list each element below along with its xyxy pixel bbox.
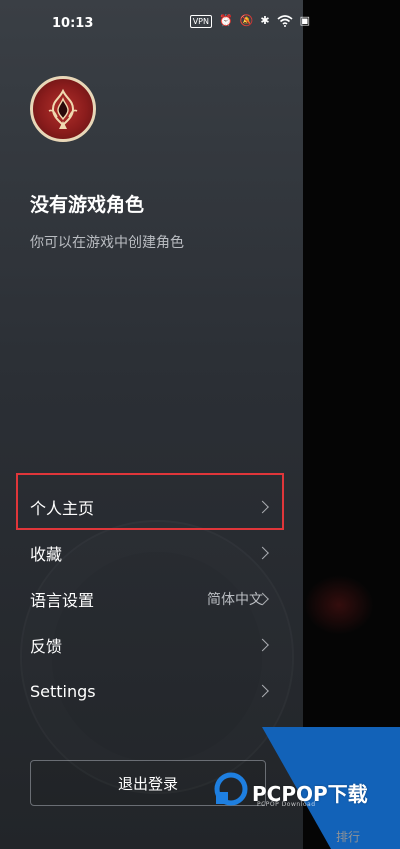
side-drawer: 没有游戏角色 你可以在游戏中创建角色 个人主页 收藏 语言设置 简体中文 反馈 …	[0, 0, 303, 849]
menu-item-label: 收藏	[30, 545, 63, 564]
vpn-badge: VPN	[189, 14, 212, 28]
background-tab-label: 排行	[336, 830, 361, 844]
highlight-annotation-box	[16, 473, 284, 530]
hd-icon: ▣	[299, 14, 310, 27]
menu-item-label: Settings	[30, 681, 96, 701]
menu-item-settings[interactable]: Settings	[0, 668, 303, 714]
watermark-subtext: PCPOP Download	[257, 801, 316, 808]
status-time: 10:13	[52, 16, 94, 31]
wifi-icon	[277, 15, 293, 27]
no-character-subtitle: 你可以在游戏中创建角色	[30, 235, 184, 251]
chevron-right-icon	[256, 546, 269, 560]
chevron-right-icon	[256, 638, 269, 652]
menu-item-language[interactable]: 语言设置 简体中文	[0, 576, 303, 622]
avatar[interactable]	[30, 76, 96, 142]
chevron-right-icon	[256, 592, 269, 606]
alarm-icon: ⏰	[218, 14, 233, 27]
background-page-dimmed[interactable]	[303, 0, 400, 849]
background-glow	[304, 575, 374, 635]
menu-item-label: 语言设置	[30, 591, 95, 610]
menu-item-favorites[interactable]: 收藏	[0, 530, 303, 576]
status-bar: 10:13 VPN ⏰ 🔕 ✱ ▣	[0, 0, 400, 46]
menu-item-label: 反馈	[30, 637, 63, 656]
bluetooth-icon: ✱	[260, 14, 270, 27]
language-value: 简体中文	[207, 592, 263, 608]
watermark-logo-icon	[214, 772, 248, 806]
menu-item-feedback[interactable]: 反馈	[0, 622, 303, 668]
mute-icon: 🔕	[239, 14, 254, 27]
chevron-right-icon	[256, 684, 269, 698]
no-character-title: 没有游戏角色	[30, 194, 145, 216]
status-icons: VPN ⏰ 🔕 ✱ ▣	[189, 14, 310, 28]
game-emblem-icon	[48, 88, 78, 129]
